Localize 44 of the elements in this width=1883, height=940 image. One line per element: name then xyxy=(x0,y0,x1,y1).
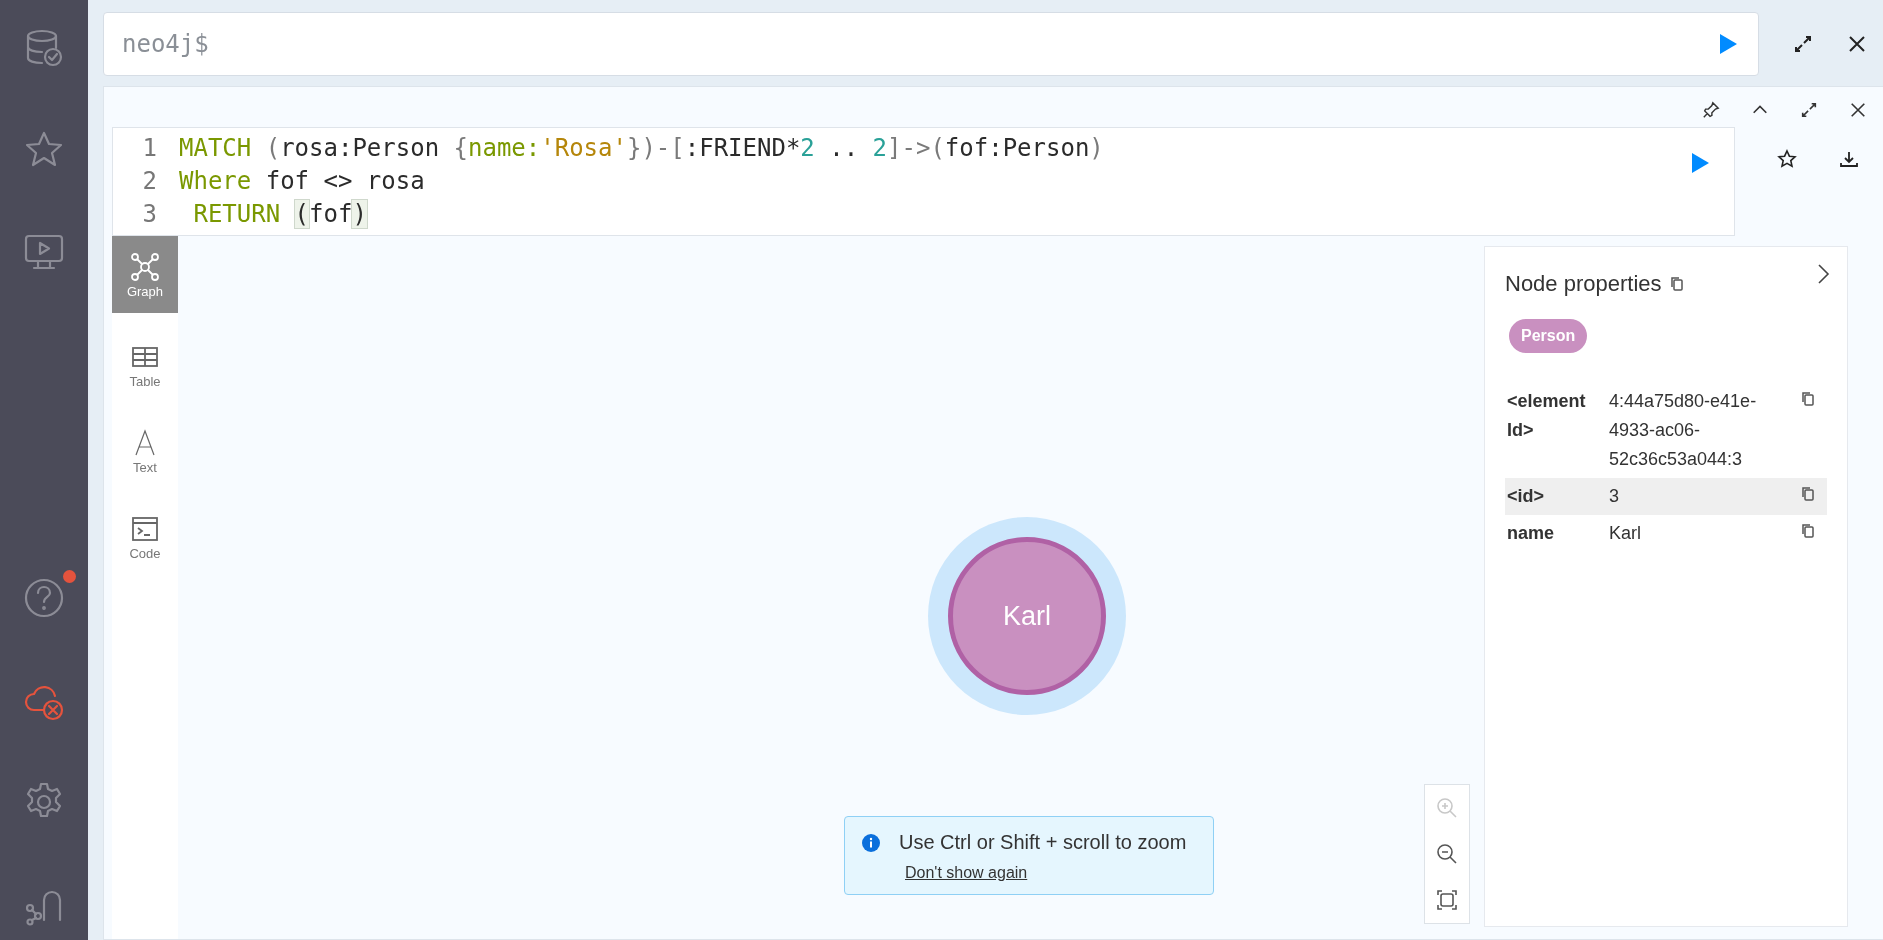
download-icon[interactable] xyxy=(1839,149,1859,169)
play-icon[interactable] xyxy=(1718,33,1738,55)
line-number: 1 xyxy=(141,133,158,164)
chevron-right-icon[interactable] xyxy=(1815,263,1831,285)
close-icon[interactable] xyxy=(1847,34,1867,54)
expand-icon[interactable] xyxy=(1800,101,1818,119)
property-key: <element Id> xyxy=(1507,387,1609,474)
query-editor[interactable]: 1 MATCH (rosa:Person {name:'Rosa'})-[:FRIEND*2 .. 2]->(fof:Person) 2 Where fof <> rosa 3 RETURN (fof) xyxy=(112,127,1735,236)
copy-icon[interactable] xyxy=(1801,523,1815,539)
zoom-out-icon[interactable] xyxy=(1436,843,1458,865)
line-number: 2 xyxy=(141,166,158,197)
graph-icon xyxy=(130,252,160,282)
property-value: 3 xyxy=(1609,485,1620,508)
play-icon[interactable] xyxy=(1690,152,1710,174)
property-key: name xyxy=(1507,519,1609,548)
property-value: Karl xyxy=(1609,522,1642,545)
code-line: RETURN (fof) xyxy=(192,199,367,230)
fit-icon[interactable] xyxy=(1436,889,1458,911)
close-icon[interactable] xyxy=(1849,101,1867,119)
command-editor[interactable]: neo4j$ xyxy=(103,12,1759,76)
expand-icon[interactable] xyxy=(1793,34,1813,54)
panel-title: Node properties xyxy=(1505,271,1662,297)
label-chip[interactable]: Person xyxy=(1509,319,1588,353)
help-icon[interactable] xyxy=(22,576,66,620)
pin-icon[interactable] xyxy=(1702,101,1720,119)
view-tab[interactable]: Text xyxy=(112,414,178,485)
view-tab[interactable]: Code xyxy=(112,500,178,571)
info-icon xyxy=(861,832,881,853)
copy-icon[interactable] xyxy=(1801,486,1815,502)
dont-show-link[interactable]: Don't show again xyxy=(905,864,1028,882)
terminal-icon xyxy=(130,514,160,544)
copy-icon[interactable] xyxy=(1669,276,1684,292)
star-icon[interactable] xyxy=(1777,149,1797,169)
copy-icon[interactable] xyxy=(1801,391,1815,407)
property-value: 4:44a75d80-e41e-4933-ac06-52c36c53a044:3 xyxy=(1609,390,1758,471)
code-line: Where fof <> rosa xyxy=(179,166,425,197)
toast-message: Use Ctrl or Shift + scroll to zoom xyxy=(899,831,1187,854)
view-tab[interactable]: Table xyxy=(112,328,178,399)
property-key: <id> xyxy=(1507,482,1609,511)
graph-node[interactable]: Karl xyxy=(948,537,1106,695)
view-tab[interactable]: Graph xyxy=(112,236,178,313)
prompt-text: neo4j$ xyxy=(122,30,210,58)
line-number: 3 xyxy=(141,199,158,230)
code-line: MATCH (rosa:Person {name:'Rosa'})-[:FRIEND*2 .. 2]->(fof:Person) xyxy=(179,133,1104,164)
